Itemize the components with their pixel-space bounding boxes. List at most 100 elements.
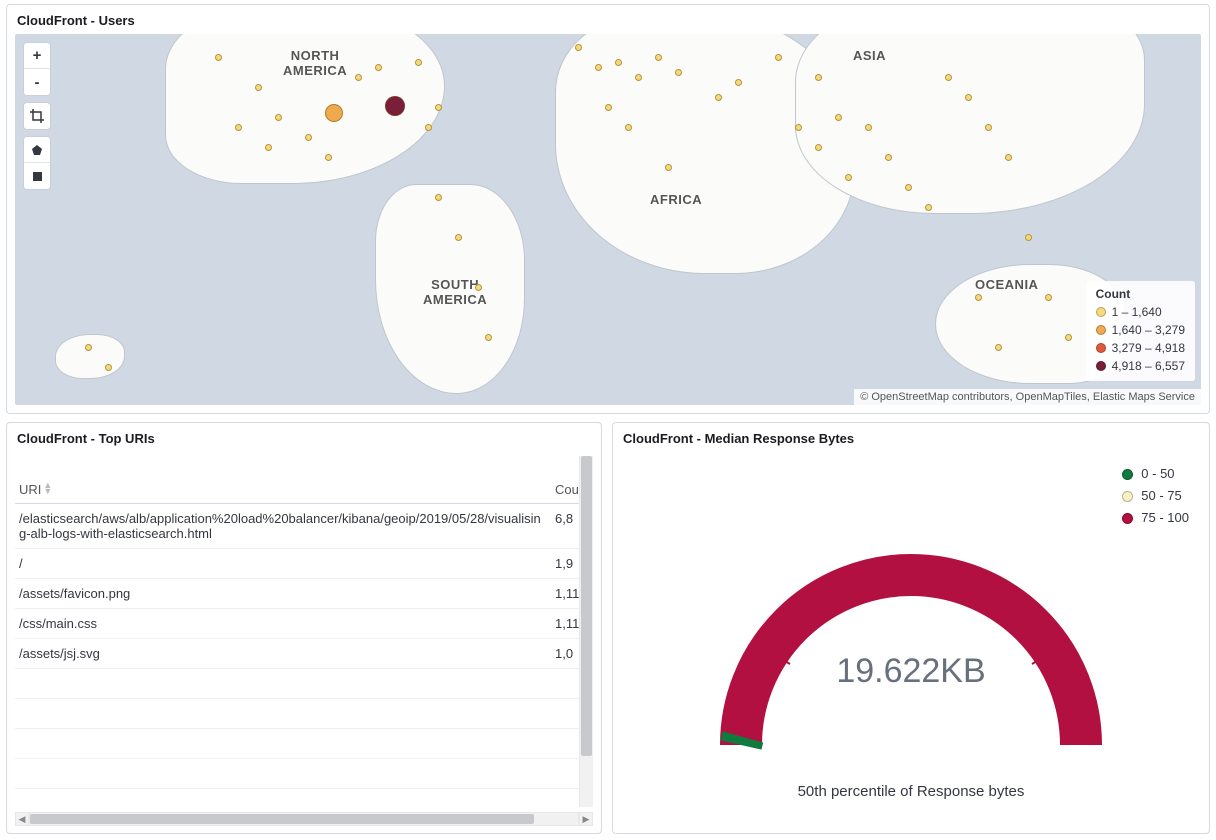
cell-uri: /assets/favicon.png [15,579,551,609]
legend-row: 3,279 – 4,918 [1096,339,1185,357]
cell-count: 1,9 [551,549,579,579]
scrollbar-thumb[interactable] [581,456,592,756]
map-marker[interactable] [845,174,852,181]
map-marker[interactable] [715,94,722,101]
map-marker[interactable] [625,124,632,131]
map-area[interactable]: + - Count 1 – 1,6401,640 – 3,2793,279 – … [15,34,1201,405]
map-marker[interactable] [615,59,622,66]
map-panel: CloudFront - Users + - [6,4,1210,414]
map-marker[interactable] [1065,334,1072,341]
gauge-container: 19.622KB 50th percentile of Response byt… [613,452,1209,833]
map-marker[interactable] [975,294,982,301]
legend-label: 1 – 1,640 [1112,303,1162,321]
map-marker[interactable] [985,124,992,131]
table-row[interactable]: /assets/jsj.svg1,0 [15,639,579,669]
map-marker[interactable] [485,334,492,341]
map-marker-large[interactable] [385,96,405,116]
table-row [15,729,579,759]
table-row[interactable]: /css/main.css1,11 [15,609,579,639]
map-marker[interactable] [265,144,272,151]
map-marker[interactable] [435,194,442,201]
map-marker[interactable] [475,284,482,291]
gauge-panel: CloudFront - Median Response Bytes 0 - 5… [612,422,1210,834]
map-marker[interactable] [575,44,582,51]
map-marker[interactable] [995,344,1002,351]
cell-count: 1,0 [551,639,579,669]
map-marker[interactable] [885,154,892,161]
legend-dot [1096,325,1106,335]
legend-row: 1 – 1,640 [1096,303,1185,321]
zoom-group: + - [23,42,51,96]
map-marker[interactable] [355,74,362,81]
gauge-title: CloudFront - Median Response Bytes [613,423,1209,452]
table-row[interactable]: /1,9 [15,549,579,579]
map-marker[interactable] [595,64,602,71]
map-marker[interactable] [835,114,842,121]
legend-dot [1096,343,1106,353]
map-marker[interactable] [215,54,222,61]
map-marker[interactable] [425,124,432,131]
scrollbar-thumb[interactable] [30,814,534,824]
map-marker[interactable] [865,124,872,131]
map-marker[interactable] [235,124,242,131]
polygon-icon[interactable] [24,137,50,163]
zoom-in-button[interactable]: + [24,43,50,69]
square-icon[interactable] [24,163,50,189]
map-marker[interactable] [665,164,672,171]
map-controls: + - [23,42,51,190]
scroll-left-icon[interactable]: ◀ [15,812,29,826]
map-marker[interactable] [655,54,662,61]
cell-count: 6,8 [551,504,579,549]
map-marker[interactable] [1045,294,1052,301]
zoom-out-button[interactable]: - [24,69,50,95]
cell-uri: /assets/jsj.svg [15,639,551,669]
landmass [795,34,1145,214]
map-marker[interactable] [455,234,462,241]
crop-icon[interactable] [24,103,50,129]
uris-table: URI▲▼ Count▲▼ /elasticsearch/aws/alb/app… [15,456,579,807]
cell-uri: / [15,549,551,579]
map-marker[interactable] [605,104,612,111]
vertical-scrollbar[interactable] [579,456,593,807]
map-marker[interactable] [305,134,312,141]
attrib-link[interactable]: OpenMapTiles [1016,391,1087,403]
map-marker[interactable] [775,54,782,61]
map-marker[interactable] [275,114,282,121]
table-scroll[interactable]: URI▲▼ Count▲▼ /elasticsearch/aws/alb/app… [15,456,579,807]
attrib-link[interactable]: Elastic Maps Service [1093,391,1195,403]
continent-label: AFRICA [650,192,702,207]
map-marker[interactable] [945,74,952,81]
map-marker[interactable] [375,64,382,71]
map-marker[interactable] [325,154,332,161]
map-marker[interactable] [255,84,262,91]
table-row[interactable]: /elasticsearch/aws/alb/application%20loa… [15,504,579,549]
map-marker[interactable] [1025,234,1032,241]
col-count-header[interactable]: Count▲▼ [551,456,579,504]
map-marker[interactable] [415,59,422,66]
table-row [15,759,579,789]
map-marker-large[interactable] [325,104,343,122]
table-row[interactable]: /assets/favicon.png1,11 [15,579,579,609]
table-wrap: URI▲▼ Count▲▼ /elasticsearch/aws/alb/app… [15,456,593,807]
map-marker[interactable] [1005,154,1012,161]
sort-icon: ▲▼ [43,482,52,494]
map-marker[interactable] [105,364,112,371]
horizontal-scrollbar[interactable] [29,812,579,826]
table-row [15,699,579,729]
map-marker[interactable] [735,79,742,86]
scroll-right-icon[interactable]: ▶ [579,812,593,826]
map-marker[interactable] [925,204,932,211]
gauge-label: 50th percentile of Response bytes [798,783,1025,800]
map-marker[interactable] [815,144,822,151]
map-marker[interactable] [435,104,442,111]
map-marker[interactable] [905,184,912,191]
continent-label: SOUTHAMERICA [423,277,487,307]
map-marker[interactable] [675,69,682,76]
map-marker[interactable] [965,94,972,101]
attrib-link[interactable]: © OpenStreetMap contributors [860,391,1009,403]
map-marker[interactable] [85,344,92,351]
map-marker[interactable] [795,124,802,131]
map-marker[interactable] [815,74,822,81]
col-uri-header[interactable]: URI▲▼ [15,456,551,504]
map-marker[interactable] [635,74,642,81]
